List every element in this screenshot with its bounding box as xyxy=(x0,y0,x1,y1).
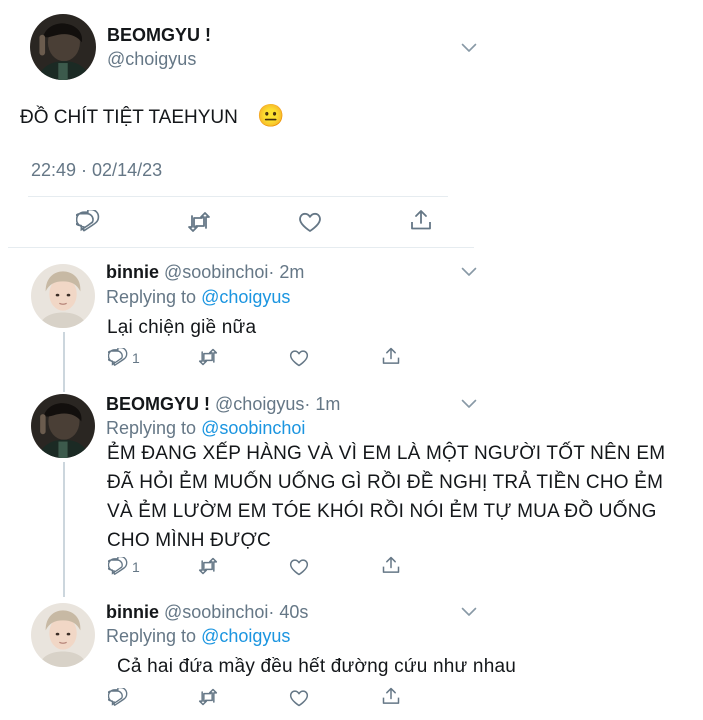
reply-header: binnie @soobinchoi· 40s xyxy=(106,602,308,623)
thread-line xyxy=(63,462,65,597)
share-icon xyxy=(381,686,401,706)
reply-icon xyxy=(108,348,128,368)
chevron-down-icon[interactable] xyxy=(461,43,477,53)
reply-icon xyxy=(76,210,100,234)
like-icon xyxy=(289,688,309,708)
tweet-text-body: ĐỒ CHÍT TIỆT TAEHYUN xyxy=(20,107,238,128)
retweet-icon xyxy=(197,556,219,576)
reply-action[interactable] xyxy=(76,210,100,234)
handle[interactable]: @soobinchoi xyxy=(164,262,268,282)
replying-to-handle[interactable]: @choigyus xyxy=(201,626,290,646)
reply-text-line: VÀ ẺM LƯỜM EM TÓE KHÓI RỒI NÓI ẺM TỰ MUA… xyxy=(107,501,657,522)
reply-action[interactable]: 1 xyxy=(108,557,140,577)
handle[interactable]: @choigyus xyxy=(215,394,304,414)
thread-line xyxy=(63,332,65,392)
share-action[interactable] xyxy=(409,208,433,232)
like-icon xyxy=(289,557,309,577)
avatar[interactable] xyxy=(30,14,96,80)
like-action[interactable] xyxy=(289,557,309,577)
neutral-face-emoji: 😐 xyxy=(257,103,285,128)
share-icon xyxy=(381,346,401,366)
relative-time[interactable]: · 40s xyxy=(268,602,308,622)
reply-icon xyxy=(108,688,128,708)
tweet-text: ĐỒ CHÍT TIỆT TAEHYUN 😐 xyxy=(20,103,285,131)
timestamp[interactable]: 22:49 · 02/14/23 xyxy=(31,160,162,181)
display-name[interactable]: binnie xyxy=(106,602,159,622)
share-icon xyxy=(409,208,433,232)
replying-to-handle[interactable]: @soobinchoi xyxy=(201,418,305,438)
reply-header: BEOMGYU ! @choigyus· 1m xyxy=(106,394,340,415)
retweet-action[interactable] xyxy=(197,687,219,707)
handle[interactable]: @soobinchoi xyxy=(164,602,268,622)
share-icon xyxy=(381,555,401,575)
retweet-icon xyxy=(197,687,219,707)
like-action[interactable] xyxy=(298,210,322,234)
replying-to-label: Replying to xyxy=(106,287,197,307)
retweet-action[interactable] xyxy=(197,347,219,367)
reply-text-line: ẺM ĐANG XẾP HÀNG VÀ VÌ EM LÀ MỘT NGƯỜI T… xyxy=(107,443,666,464)
replying-to-label: Replying to xyxy=(106,626,197,646)
retweet-icon xyxy=(186,210,212,234)
chevron-down-icon[interactable] xyxy=(461,607,477,617)
display-name[interactable]: BEOMGYU ! xyxy=(107,25,211,46)
reply-count: 1 xyxy=(132,350,140,366)
divider xyxy=(28,196,448,197)
reply-icon xyxy=(108,557,128,577)
replying-to: Replying to @soobinchoi xyxy=(106,418,305,439)
reply-text: Lại chiện giề nữa xyxy=(107,317,257,338)
display-name[interactable]: binnie xyxy=(106,262,159,282)
chevron-down-icon[interactable] xyxy=(461,399,477,409)
like-action[interactable] xyxy=(289,688,309,708)
share-action[interactable] xyxy=(381,686,401,706)
chevron-down-icon[interactable] xyxy=(461,267,477,277)
relative-time[interactable]: · 1m xyxy=(304,394,340,414)
reply-text: ẺM ĐANG XẾP HÀNG VÀ VÌ EM LÀ MỘT NGƯỜI T… xyxy=(107,439,665,555)
handle[interactable]: @choigyus xyxy=(107,49,196,70)
relative-time[interactable]: · 2m xyxy=(268,262,304,282)
retweet-icon xyxy=(197,347,219,367)
share-action[interactable] xyxy=(381,555,401,575)
reply-text: Cả hai đứa mầy đều hết đường cứu như nha… xyxy=(117,656,516,677)
avatar[interactable] xyxy=(31,603,95,667)
replying-to-label: Replying to xyxy=(106,418,197,438)
reply-text-line: CHO MÌNH ĐƯỢC xyxy=(107,530,271,551)
replying-to: Replying to @choigyus xyxy=(106,287,290,308)
replying-to: Replying to @choigyus xyxy=(106,626,290,647)
avatar[interactable] xyxy=(31,264,95,328)
reply-action[interactable]: 1 xyxy=(108,348,140,368)
reply-action[interactable] xyxy=(108,688,128,708)
reply-count: 1 xyxy=(132,559,140,575)
divider xyxy=(8,247,474,248)
like-action[interactable] xyxy=(289,348,309,368)
retweet-action[interactable] xyxy=(186,210,212,234)
replying-to-handle[interactable]: @choigyus xyxy=(201,287,290,307)
like-icon xyxy=(298,210,322,234)
display-name[interactable]: BEOMGYU ! xyxy=(106,394,210,414)
share-action[interactable] xyxy=(381,346,401,366)
like-icon xyxy=(289,348,309,368)
retweet-action[interactable] xyxy=(197,556,219,576)
reply-header: binnie @soobinchoi· 2m xyxy=(106,262,304,283)
avatar[interactable] xyxy=(31,394,95,458)
reply-text-line: ĐÃ HỎI ẺM MUỐN UỐNG GÌ RỒI ĐỀ NGHỊ TRẢ T… xyxy=(107,472,664,493)
